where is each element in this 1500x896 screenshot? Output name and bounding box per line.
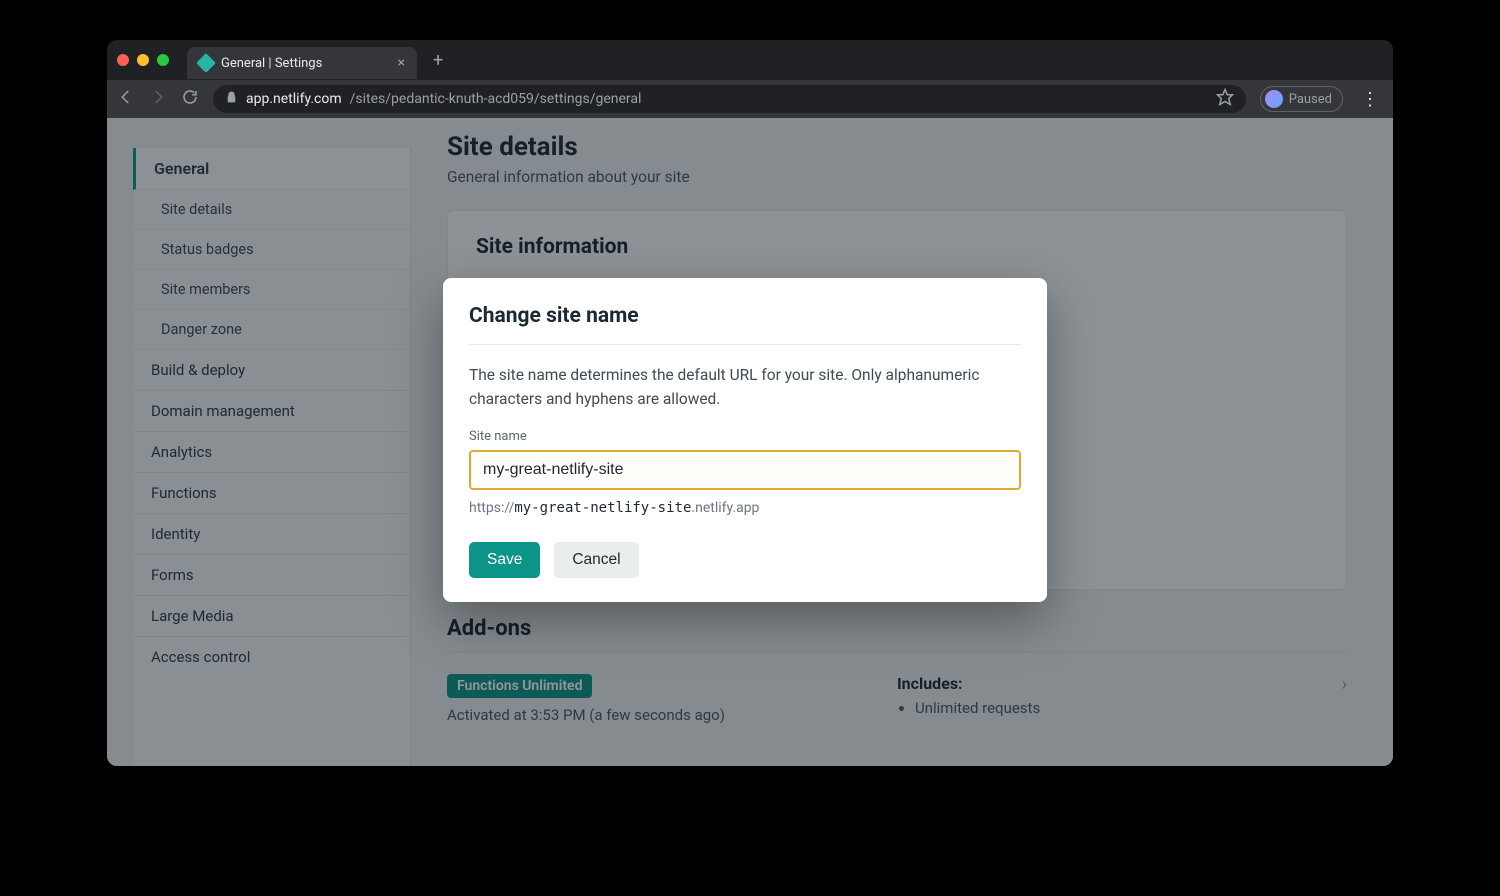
tab-strip: General | Settings × + bbox=[107, 40, 1393, 80]
forward-button[interactable] bbox=[149, 88, 167, 110]
window-controls bbox=[117, 54, 169, 66]
browser-window: General | Settings × + app.netlify.com/s… bbox=[107, 40, 1393, 766]
reload-button[interactable] bbox=[181, 88, 199, 110]
cancel-button[interactable]: Cancel bbox=[554, 542, 638, 578]
preview-name: my-great-netlify-site bbox=[514, 500, 691, 516]
back-button[interactable] bbox=[117, 88, 135, 110]
browser-menu-button[interactable]: ⋮ bbox=[1357, 89, 1383, 110]
profile-chip[interactable]: Paused bbox=[1260, 86, 1343, 112]
profile-label: Paused bbox=[1289, 92, 1332, 107]
browser-toolbar: app.netlify.com/sites/pedantic-knuth-acd… bbox=[107, 80, 1393, 118]
url-path: /sites/pedantic-knuth-acd059/settings/ge… bbox=[350, 91, 642, 107]
site-name-input[interactable] bbox=[469, 450, 1021, 490]
minimize-window-icon[interactable] bbox=[137, 54, 149, 66]
preview-url: https://my-great-netlify-site.netlify.ap… bbox=[469, 500, 1021, 516]
site-name-label: Site name bbox=[469, 429, 1021, 444]
favicon-icon bbox=[196, 53, 216, 73]
close-tab-icon[interactable]: × bbox=[398, 55, 405, 71]
close-window-icon[interactable] bbox=[117, 54, 129, 66]
new-tab-button[interactable]: + bbox=[425, 50, 451, 71]
bookmark-icon[interactable] bbox=[1216, 88, 1234, 110]
fullscreen-window-icon[interactable] bbox=[157, 54, 169, 66]
tab-title: General | Settings bbox=[221, 56, 322, 71]
viewport: General Site details Status badges Site … bbox=[107, 118, 1393, 766]
preview-prefix: https:// bbox=[469, 500, 514, 516]
avatar-icon bbox=[1265, 90, 1283, 108]
save-button[interactable]: Save bbox=[469, 542, 540, 578]
modal-actions: Save Cancel bbox=[469, 542, 1021, 578]
change-site-name-modal: Change site name The site name determine… bbox=[443, 278, 1047, 602]
url-host: app.netlify.com bbox=[246, 91, 342, 107]
browser-tab[interactable]: General | Settings × bbox=[187, 47, 417, 79]
lock-icon bbox=[225, 91, 238, 108]
modal-title: Change site name bbox=[469, 304, 1021, 345]
address-bar[interactable]: app.netlify.com/sites/pedantic-knuth-acd… bbox=[213, 85, 1246, 113]
preview-suffix: .netlify.app bbox=[691, 500, 759, 516]
modal-description: The site name determines the default URL… bbox=[469, 363, 1021, 411]
